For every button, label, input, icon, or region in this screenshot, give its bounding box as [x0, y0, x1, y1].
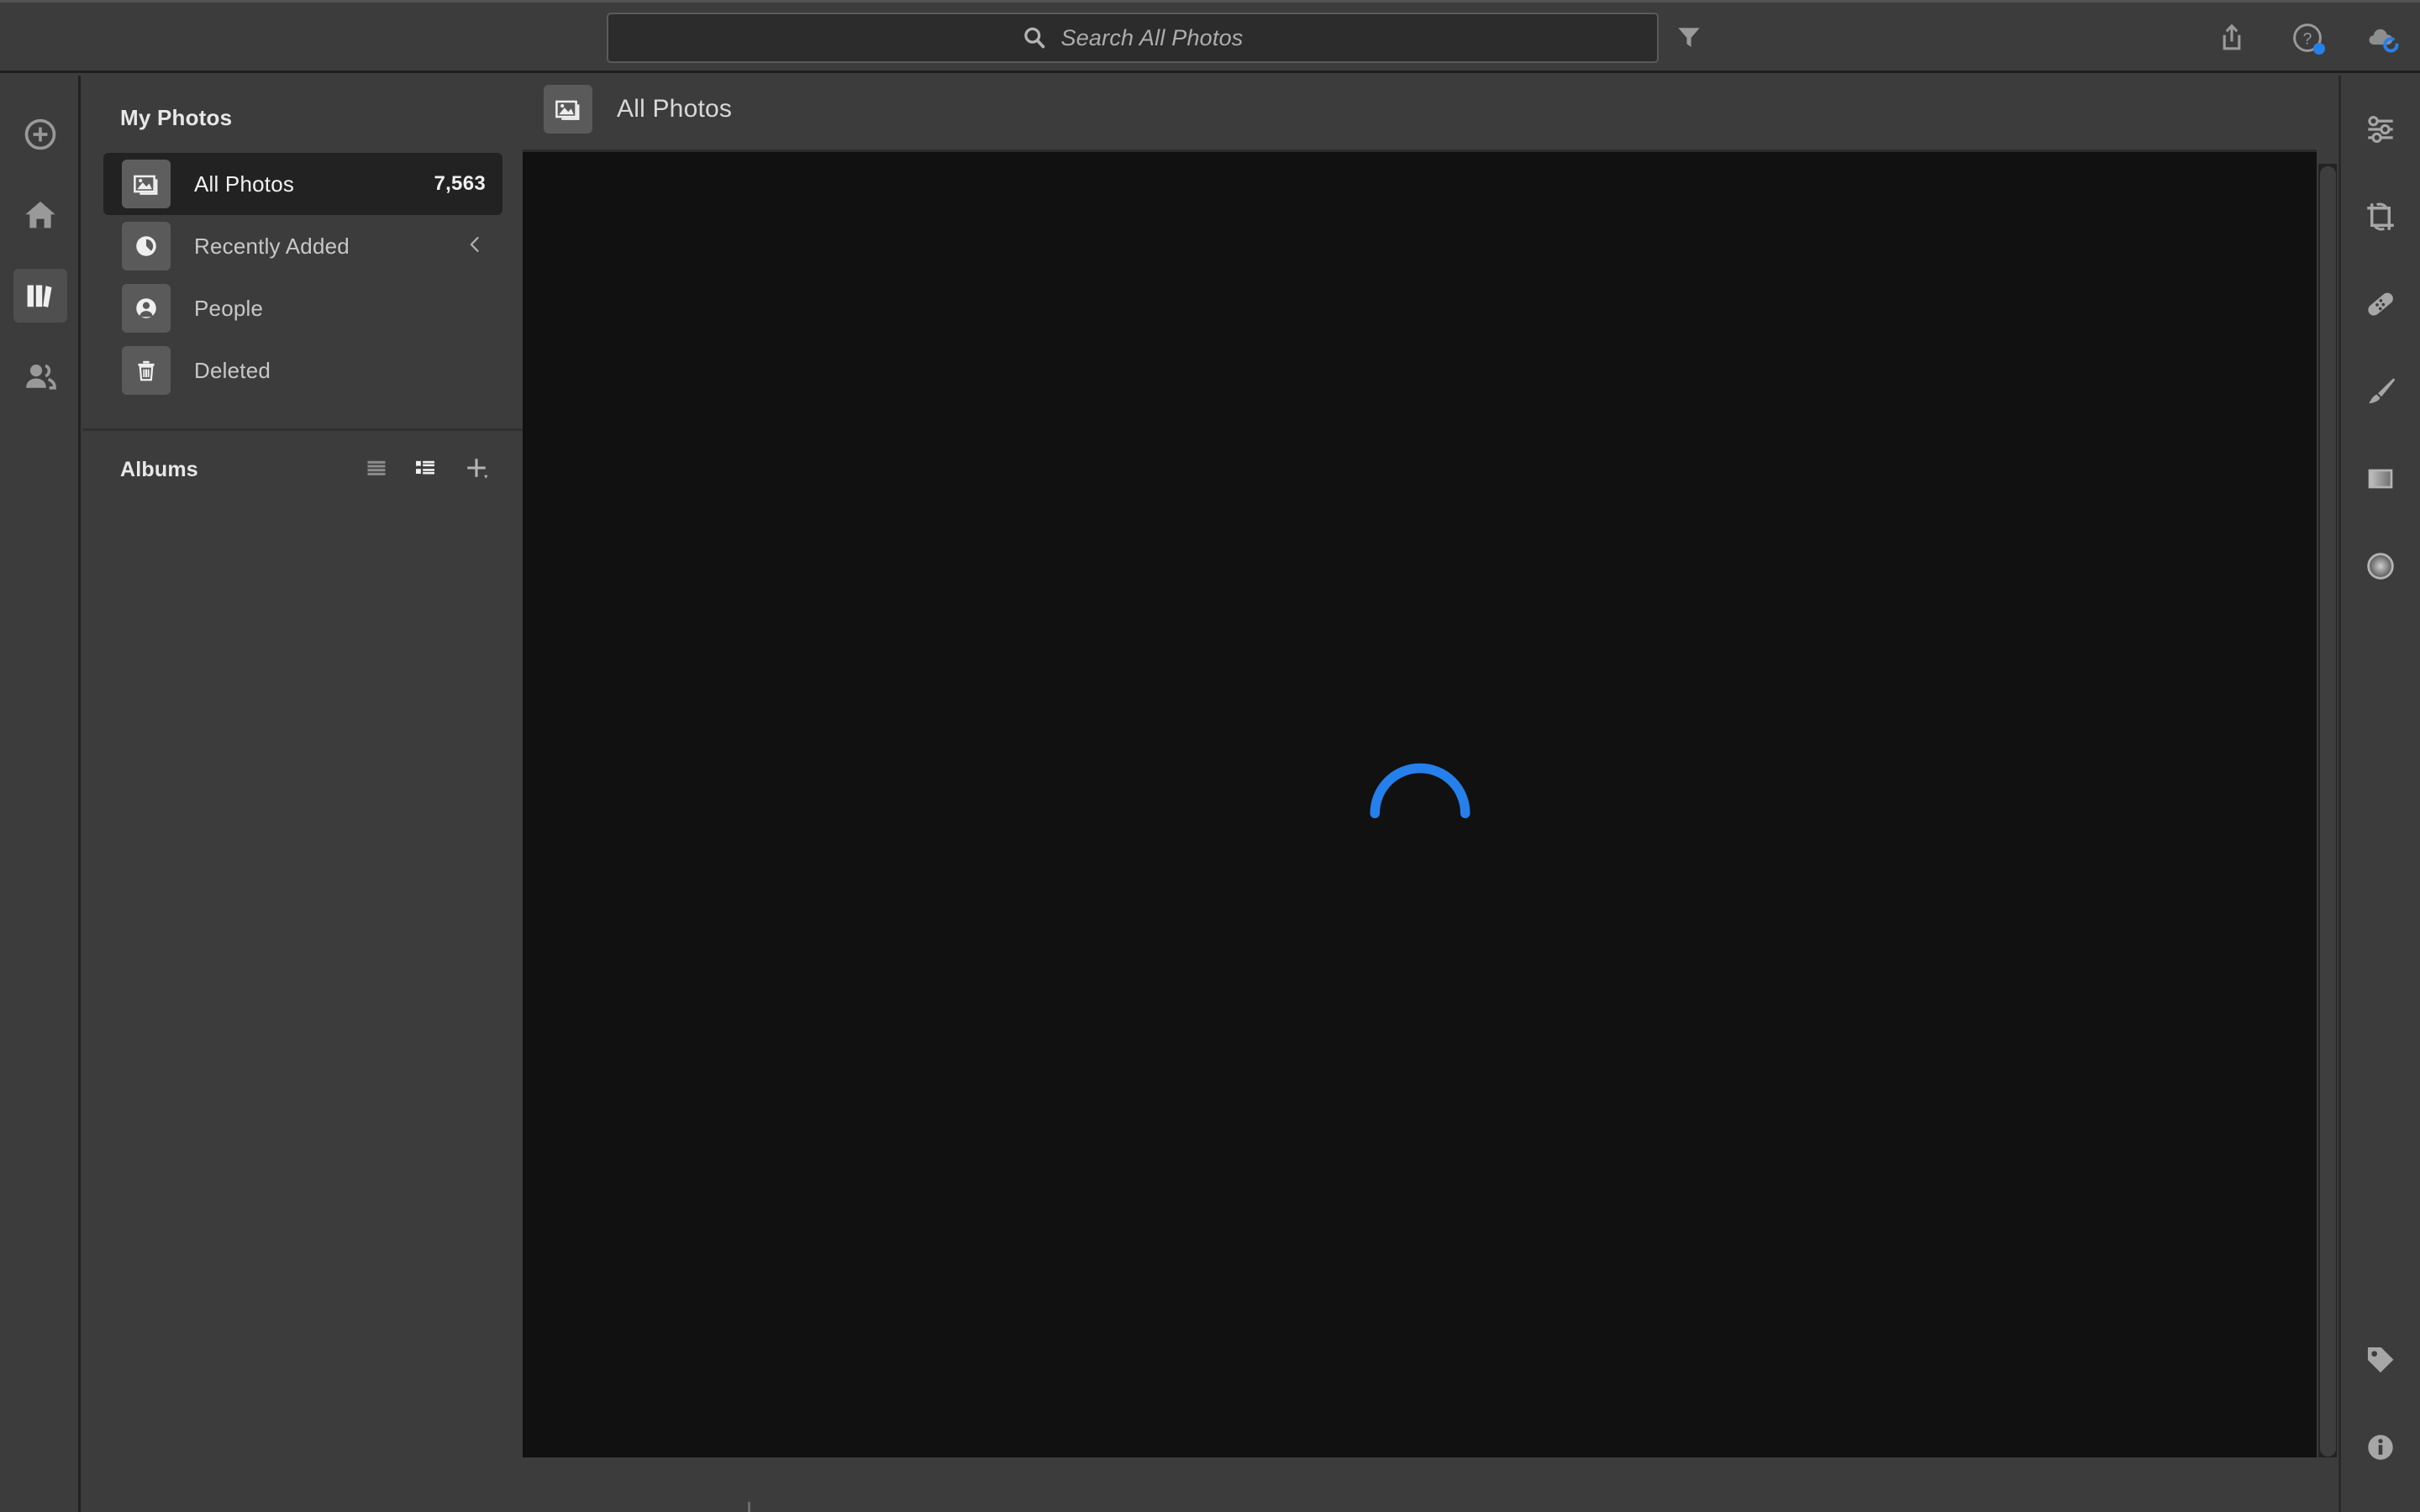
right-rail-item-keywords[interactable] — [2341, 1318, 2420, 1405]
chevron-down-icon[interactable] — [850, 1504, 902, 1512]
healing-brush-icon — [2362, 286, 2399, 327]
photo-icon — [134, 175, 158, 195]
albums-title: Albums — [120, 457, 198, 481]
bottom-toolbar — [523, 1460, 2336, 1512]
right-rail-item-info[interactable] — [2341, 1405, 2420, 1493]
trash-icon-box — [122, 346, 171, 395]
help-notification-badge — [2313, 43, 2325, 55]
right-rail-item-healing[interactable] — [2341, 262, 2420, 349]
top-bar: Search All Photos ? — [0, 3, 2420, 73]
right-rail-item-edit[interactable] — [2341, 87, 2420, 175]
clock-icon — [136, 236, 156, 256]
linear-gradient-icon — [2364, 462, 2397, 500]
chevron-left-icon[interactable] — [464, 234, 486, 260]
clock-icon-box — [122, 222, 171, 270]
album-detail-view-icon[interactable] — [413, 456, 437, 484]
right-rail-item-crop[interactable] — [2341, 175, 2420, 262]
right-rail-item-radial-gradient[interactable] — [2341, 524, 2420, 612]
tag-keyword-icon — [2363, 1342, 2398, 1382]
sidebar: My Photos All Photos 7,563 Recently Adde… — [83, 76, 523, 1512]
right-rail-item-linear-gradient[interactable] — [2341, 437, 2420, 524]
sidebar-nav-list: All Photos 7,563 Recently Added People D… — [83, 131, 523, 402]
photo-icon-box — [122, 160, 171, 208]
crop-rotate-icon — [2362, 198, 2399, 239]
photo-icon — [555, 100, 580, 120]
shared-people-icon — [26, 364, 56, 390]
info-icon — [2363, 1430, 2398, 1469]
sidebar-item-recently-added[interactable]: Recently Added — [103, 215, 502, 277]
thumbnail-size-slider[interactable] — [2023, 1509, 2312, 1512]
main-panel: All Photos — [523, 76, 2337, 1512]
content-scrollbar-thumb[interactable] — [2320, 166, 2336, 1457]
top-bar-actions: ? — [2213, 13, 2402, 63]
person-icon-box — [122, 284, 171, 333]
shared-people-icon-box — [13, 349, 67, 403]
sidebar-item-count: 7,563 — [434, 172, 486, 195]
sidebar-title: My Photos — [120, 105, 233, 130]
right-rail-item-brush[interactable] — [2341, 349, 2420, 437]
right-rail — [2338, 76, 2420, 1512]
sidebar-item-label: Deleted — [194, 357, 271, 383]
sidebar-item-deleted[interactable]: Deleted — [103, 339, 502, 402]
sidebar-item-label: People — [194, 295, 264, 321]
search-inner: Search All Photos — [1022, 25, 1243, 51]
grid-view-icon[interactable] — [612, 1504, 664, 1512]
albums-actions — [365, 454, 491, 486]
lightroom-window: Search All Photos ? My Photos All Photos… — [0, 0, 2420, 1512]
view-mode-group — [550, 1502, 912, 1512]
search-icon — [1022, 25, 1047, 50]
photo-icon-box — [544, 85, 592, 134]
sidebar-item-label: All Photos — [194, 171, 295, 197]
rail-item-home[interactable] — [0, 175, 81, 255]
rail-item-shared[interactable] — [0, 336, 81, 417]
loading-spinner — [1366, 751, 1474, 858]
albums-header: Albums — [83, 431, 523, 508]
search-input[interactable]: Search All Photos — [607, 13, 1659, 63]
main-header: All Photos — [523, 76, 2336, 143]
library-icon — [27, 285, 52, 307]
rail-item-add-photos[interactable] — [0, 94, 81, 175]
toolbar-divider — [748, 1502, 750, 1512]
sidebar-item-label: Recently Added — [194, 233, 350, 259]
add-album-icon[interactable] — [462, 454, 491, 486]
trash-icon — [138, 360, 155, 381]
library-icon-box — [13, 269, 67, 323]
page-title: All Photos — [617, 95, 733, 123]
home-icon-box — [13, 188, 67, 242]
right-rail-bottom-group — [2341, 1318, 2420, 1493]
left-rail — [0, 76, 81, 1512]
sidebar-item-all-photos[interactable]: All Photos 7,563 — [103, 153, 502, 215]
add-photos-icon — [24, 118, 56, 150]
radial-gradient-icon — [2363, 549, 2398, 588]
square-grid-view-icon[interactable] — [550, 1504, 602, 1512]
edit-sliders-icon — [2362, 111, 2399, 152]
cloud-sync-icon[interactable] — [2365, 19, 2402, 56]
album-list-view-icon[interactable] — [365, 456, 388, 484]
person-icon — [136, 298, 156, 318]
add-photos-icon-box — [13, 108, 67, 161]
search-placeholder: Search All Photos — [1060, 24, 1244, 50]
home-icon — [25, 201, 55, 228]
photo-grid-area — [523, 150, 2317, 1457]
brush-icon — [2362, 373, 2399, 414]
rail-item-library[interactable] — [0, 255, 81, 336]
svg-text:?: ? — [2303, 31, 2312, 49]
detail-view-icon[interactable] — [674, 1504, 726, 1512]
filter-funnel-icon[interactable] — [1673, 21, 1705, 53]
help-icon[interactable]: ? — [2289, 19, 2326, 56]
sidebar-item-people[interactable]: People — [103, 277, 502, 339]
share-icon[interactable] — [2213, 19, 2250, 56]
sort-icon[interactable] — [772, 1504, 824, 1512]
